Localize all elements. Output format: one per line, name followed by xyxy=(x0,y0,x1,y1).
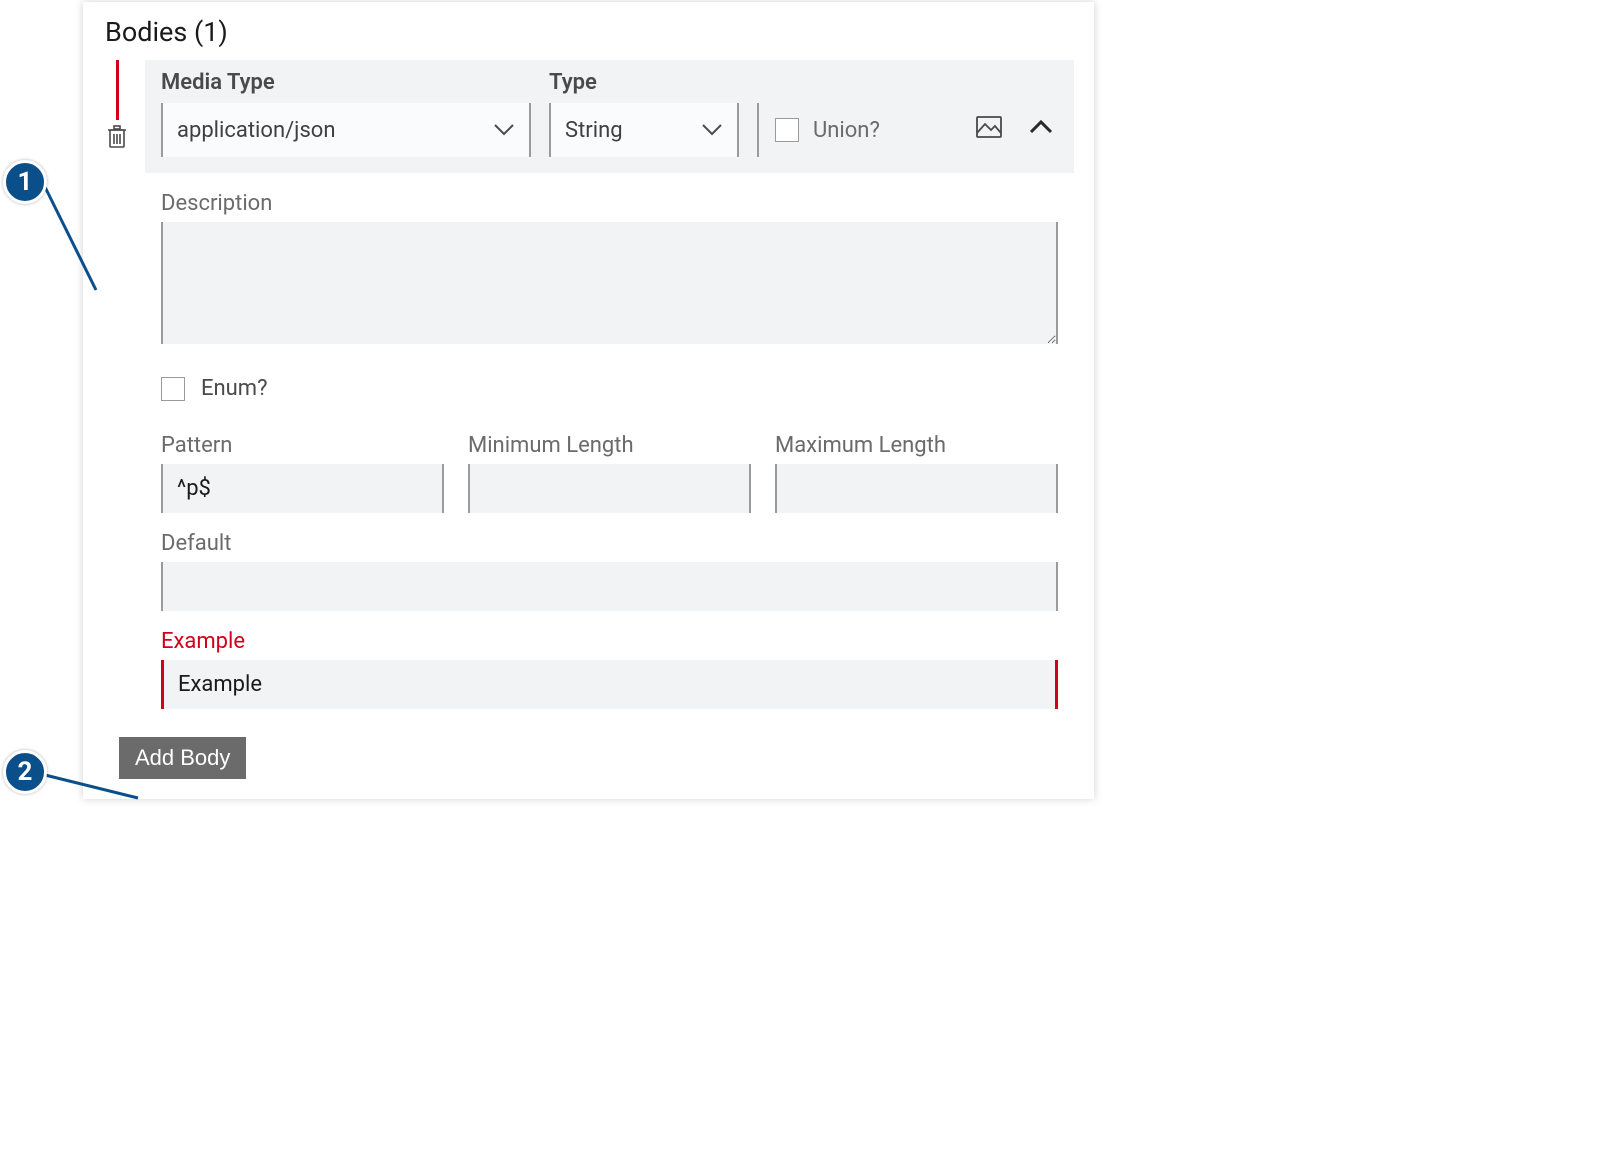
min-length-label: Minimum Length xyxy=(468,433,751,458)
annotation-callout-1: 1 xyxy=(3,160,47,204)
type-value: String xyxy=(565,118,623,143)
chevron-up-icon xyxy=(1028,119,1054,135)
annotation-line-1 xyxy=(40,182,100,302)
body-item: Media Type application/json Type String xyxy=(103,60,1074,713)
example-input[interactable] xyxy=(161,660,1058,709)
description-label: Description xyxy=(161,191,1058,216)
collapse-button[interactable] xyxy=(1024,115,1058,142)
enum-checkbox[interactable] xyxy=(161,377,185,401)
max-length-input[interactable] xyxy=(775,464,1058,513)
pattern-input[interactable] xyxy=(161,464,444,513)
enum-label: Enum? xyxy=(201,376,267,401)
media-type-label: Media Type xyxy=(161,70,531,95)
type-label: Type xyxy=(549,70,739,95)
constraints-row: Pattern Minimum Length Maximum Length xyxy=(145,415,1074,513)
default-section: Default xyxy=(145,513,1074,611)
body-gutter xyxy=(103,60,145,159)
enum-row: Enum? xyxy=(145,348,1074,415)
annotation-callout-2: 2 xyxy=(3,750,47,794)
min-length-input[interactable] xyxy=(468,464,751,513)
image-icon xyxy=(976,116,1002,138)
chevron-down-icon xyxy=(701,123,723,137)
max-length-label: Maximum Length xyxy=(775,433,1058,458)
image-placeholder-button[interactable] xyxy=(972,112,1006,145)
default-input[interactable] xyxy=(161,562,1058,611)
union-label: Union? xyxy=(813,118,880,143)
union-wrap: Union? xyxy=(757,103,880,157)
panel-title: Bodies (1) xyxy=(105,16,1074,48)
media-type-value: application/json xyxy=(177,118,336,143)
body-content: Media Type application/json Type String xyxy=(145,60,1074,713)
bodies-panel: Bodies (1) Media Type xyxy=(83,2,1094,799)
description-textarea[interactable] xyxy=(161,222,1058,344)
example-label: Example xyxy=(161,629,1058,654)
body-header-bar: Media Type application/json Type String xyxy=(145,60,1074,173)
media-type-select[interactable]: application/json xyxy=(161,103,531,157)
example-section: Example xyxy=(145,611,1074,713)
description-section: Description xyxy=(145,173,1074,348)
union-checkbox[interactable] xyxy=(775,118,799,142)
chevron-down-icon xyxy=(493,123,515,137)
default-label: Default xyxy=(161,531,1058,556)
annotation-line-2 xyxy=(40,770,140,810)
delete-button[interactable] xyxy=(105,120,129,159)
type-select[interactable]: String xyxy=(549,103,739,157)
trash-icon xyxy=(105,124,129,150)
pattern-label: Pattern xyxy=(161,433,444,458)
